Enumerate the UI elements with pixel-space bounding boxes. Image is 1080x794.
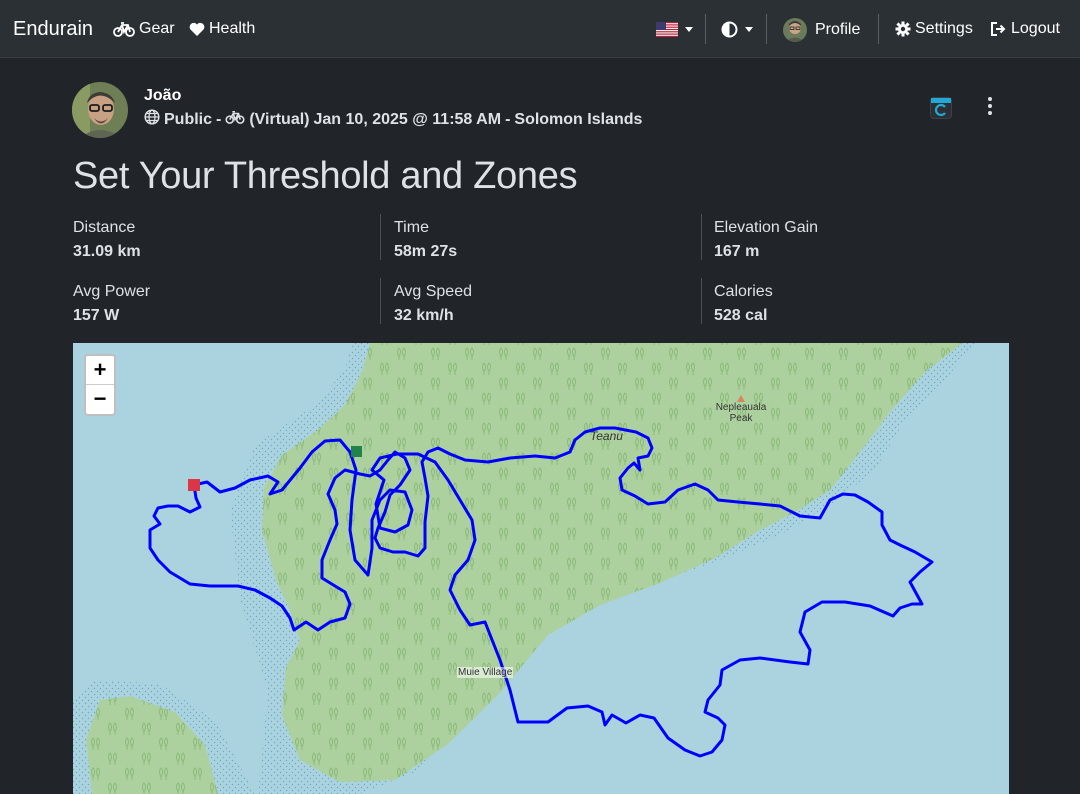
bicycle-icon [113, 21, 135, 37]
stat-divider [380, 278, 381, 324]
separator: - [216, 110, 222, 128]
avatar [783, 18, 807, 42]
heart-icon [189, 22, 205, 37]
stat-label: Distance [73, 219, 136, 236]
visibility-label: Public [164, 110, 213, 128]
stat-distance: Distance 31.09 km [73, 219, 373, 261]
virtual-label: (Virtual) [249, 110, 310, 128]
user-name[interactable]: João [144, 87, 181, 105]
stat-time: Time 58m 27s [394, 219, 694, 261]
zoom-out-button[interactable]: − [86, 385, 114, 414]
separator: - [505, 110, 511, 128]
stat-elevation-gain: Elevation Gain 167 m [714, 219, 1014, 261]
nav-health[interactable]: Health [189, 20, 255, 38]
stat-label: Time [394, 219, 429, 236]
nav-profile-label: Profile [815, 21, 861, 38]
stat-value: 157 W [73, 307, 120, 324]
stat-avg-power: Avg Power 157 W [73, 283, 373, 325]
activity-title: Set Your Threshold and Zones [73, 155, 578, 197]
activity-meta: Public - (Virtual) Jan 10, 2025 @ 11:58 … [144, 109, 642, 130]
stat-value: 32 km/h [394, 307, 454, 324]
theme-dropdown[interactable] [721, 21, 753, 38]
stat-divider [701, 214, 702, 260]
gear-icon [895, 21, 911, 37]
stat-value: 58m 27s [394, 243, 458, 260]
stat-value: 31.09 km [73, 243, 141, 260]
nav-gear[interactable]: Gear [113, 20, 175, 38]
stat-calories: Calories 528 cal [714, 283, 1014, 325]
map-label-teanu: Teanu [590, 429, 623, 443]
bicycle-icon [225, 110, 245, 129]
stat-value: 528 cal [714, 307, 768, 324]
zoom-control: + − [84, 354, 116, 416]
nav-profile[interactable]: Profile [783, 18, 860, 42]
stat-label: Avg Power [73, 283, 151, 300]
language-dropdown[interactable] [656, 22, 693, 37]
nav-divider [705, 14, 706, 44]
stat-label: Elevation Gain [714, 219, 819, 236]
nav-divider [766, 14, 767, 44]
end-marker[interactable] [188, 479, 200, 491]
contrast-icon [721, 21, 738, 38]
map-label-peak: Nepleauala Peak [715, 402, 767, 424]
start-marker[interactable] [351, 446, 362, 457]
us-flag-icon [656, 22, 678, 37]
navbar: Endurain Gear Health Profile Settings Lo… [0, 0, 1080, 58]
activity-location: Solomon Islands [514, 110, 643, 128]
chevron-down-icon [685, 27, 693, 32]
nav-health-label: Health [209, 20, 256, 37]
stat-label: Avg Speed [394, 283, 472, 300]
more-options-icon[interactable] [980, 96, 1000, 118]
nav-logout-label: Logout [1011, 20, 1060, 37]
map-label-village: Muie Village [457, 667, 514, 678]
activity-map[interactable]: Nepleauala Peak Teanu Muie Village [73, 343, 1009, 794]
nav-settings-label: Settings [915, 20, 973, 37]
nav-divider [878, 14, 879, 44]
stat-value: 167 m [714, 243, 760, 260]
zoom-in-button[interactable]: + [86, 356, 114, 385]
sync-source-icon[interactable] [930, 97, 952, 119]
stat-avg-speed: Avg Speed 32 km/h [394, 283, 694, 325]
nav-gear-label: Gear [139, 20, 175, 37]
logout-icon [990, 21, 1007, 37]
stat-label: Calories [714, 283, 773, 300]
globe-icon [144, 109, 160, 130]
map-canvas[interactable] [73, 343, 1009, 794]
nav-settings[interactable]: Settings [895, 20, 973, 38]
activity-datetime: Jan 10, 2025 @ 11:58 AM [313, 110, 502, 128]
brand-logo[interactable]: Endurain [13, 18, 93, 41]
stat-divider [380, 214, 381, 260]
nav-logout[interactable]: Logout [990, 20, 1060, 38]
user-avatar[interactable] [72, 82, 128, 138]
stat-divider [701, 278, 702, 324]
chevron-down-icon [745, 27, 753, 32]
